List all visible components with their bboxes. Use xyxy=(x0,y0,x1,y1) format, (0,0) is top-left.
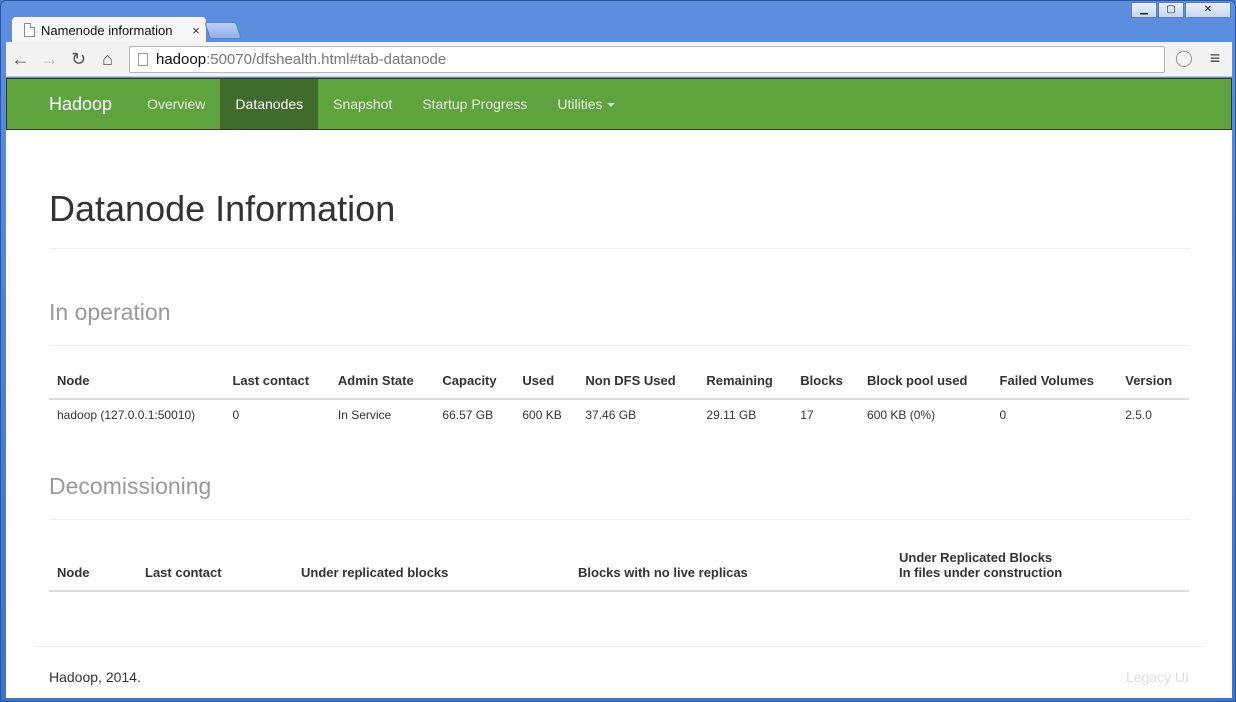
column-header: Under replicated blocks xyxy=(293,544,570,592)
nav-utilities-label: Utilities xyxy=(557,96,603,112)
cell-node: hadoop (127.0.0.1:50010) xyxy=(57,408,196,422)
browser-toolbar: ← → ↻ ⌂ hadoop:50070/dfshealth.html#tab-… xyxy=(6,42,1232,77)
cell-remaining: 29.11 GB xyxy=(706,408,757,422)
column-header: Failed Volumes xyxy=(991,370,1118,400)
cell-blocks: 17 xyxy=(800,408,814,422)
url-host: hadoop xyxy=(156,51,207,68)
reload-icon[interactable]: ↻ xyxy=(64,45,93,74)
address-bar[interactable]: hadoop:50070/dfshealth.html#tab-datanode xyxy=(129,46,1165,73)
navbar-brand[interactable]: Hadoop xyxy=(7,79,132,129)
legacy-ui-link[interactable]: Legacy UI xyxy=(1126,669,1204,685)
table-header-row: Node Last contact Under replicated block… xyxy=(49,544,1189,592)
tab-strip: Namenode information × ▁ ▢ ✕ xyxy=(1,1,1235,43)
url-path: :50070/dfshealth.html#tab-datanode xyxy=(206,51,447,68)
new-tab-button[interactable] xyxy=(204,22,242,39)
back-arrow-icon[interactable]: ← xyxy=(6,45,35,74)
shield-icon[interactable]: ◯ xyxy=(1174,48,1194,70)
nav-datanodes[interactable]: Datanodes xyxy=(220,79,319,129)
page-footer: Hadoop, 2014. Legacy UI xyxy=(34,646,1204,685)
column-header: Remaining xyxy=(698,370,793,400)
caret-down-icon xyxy=(606,103,615,108)
page-header: Datanode Information xyxy=(49,188,1189,249)
cell-failed-volumes: 0 xyxy=(999,408,1007,422)
cell-admin-state: In Service xyxy=(337,408,392,422)
close-window-button[interactable]: ✕ xyxy=(1185,2,1231,18)
maximize-button[interactable]: ▢ xyxy=(1158,2,1184,18)
cell-used: 600 KB xyxy=(522,408,562,422)
forward-arrow-icon[interactable]: → xyxy=(35,45,64,74)
column-header: Blocks xyxy=(792,370,860,400)
column-header: Non DFS Used xyxy=(577,370,699,400)
decommissioning-table: Node Last contact Under replicated block… xyxy=(49,544,1189,592)
column-header-line: Under Replicated Blocks xyxy=(899,550,1053,565)
in-operation-table: Node Last contact Admin State Capacity U… xyxy=(49,370,1189,430)
cell-non-dfs-used: 37.46 GB xyxy=(585,408,637,422)
cell-version: 2.5.0 xyxy=(1125,408,1152,422)
cell-capacity: 66.57 GB xyxy=(442,408,494,422)
nav-startup-progress[interactable]: Startup Progress xyxy=(407,79,542,129)
column-header: Node xyxy=(49,370,225,400)
table-header-row: Node Last contact Admin State Capacity U… xyxy=(49,370,1189,400)
cell-last-contact: 0 xyxy=(232,408,240,422)
table-row: hadoop (127.0.0.1:50010) 0 In Service 66… xyxy=(49,399,1189,430)
column-header: Block pool used xyxy=(859,370,992,400)
column-header: Last contact xyxy=(224,370,330,400)
column-header: Version xyxy=(1117,370,1189,400)
column-header: Admin State xyxy=(329,370,435,400)
column-header: Node xyxy=(49,544,137,592)
top-navbar: Hadoop Overview Datanodes Snapshot Start… xyxy=(6,78,1232,130)
nav-snapshot[interactable]: Snapshot xyxy=(318,79,407,129)
browser-tab[interactable]: Namenode information × xyxy=(11,16,207,43)
nav-overview[interactable]: Overview xyxy=(132,79,220,129)
nav-utilities[interactable]: Utilities xyxy=(542,79,629,129)
tab-title: Namenode information xyxy=(41,22,173,38)
page-icon xyxy=(24,23,35,37)
window-controls: ▁ ▢ ✕ xyxy=(1130,2,1231,18)
section-heading-in-operation: In operation xyxy=(49,299,1189,346)
main-content: Datanode Information In operation Node L… xyxy=(49,130,1189,592)
page-title: Datanode Information xyxy=(49,188,396,229)
page-viewport: Hadoop Overview Datanodes Snapshot Start… xyxy=(6,78,1232,698)
page-icon xyxy=(138,53,148,66)
home-icon[interactable]: ⌂ xyxy=(93,45,122,74)
browser-window: Namenode information × ▁ ▢ ✕ ← → ↻ ⌂ had… xyxy=(0,0,1236,702)
column-header: Blocks with no live replicas xyxy=(570,544,891,592)
tab-close-icon[interactable]: × xyxy=(186,23,206,38)
cell-block-pool-used: 600 KB (0%) xyxy=(867,408,936,422)
menu-icon[interactable]: ≡ xyxy=(1205,48,1225,70)
footer-copyright: Hadoop, 2014. xyxy=(49,669,141,685)
minimize-button[interactable]: ▁ xyxy=(1131,2,1157,18)
column-header-line: In files under construction xyxy=(899,565,1063,580)
column-header: Used xyxy=(514,370,578,400)
column-header: Capacity xyxy=(434,370,515,400)
section-heading-decommissioning: Decomissioning xyxy=(49,473,1189,520)
column-header: Last contact xyxy=(137,544,293,592)
column-header: Under Replicated Blocks In files under c… xyxy=(891,544,1189,592)
